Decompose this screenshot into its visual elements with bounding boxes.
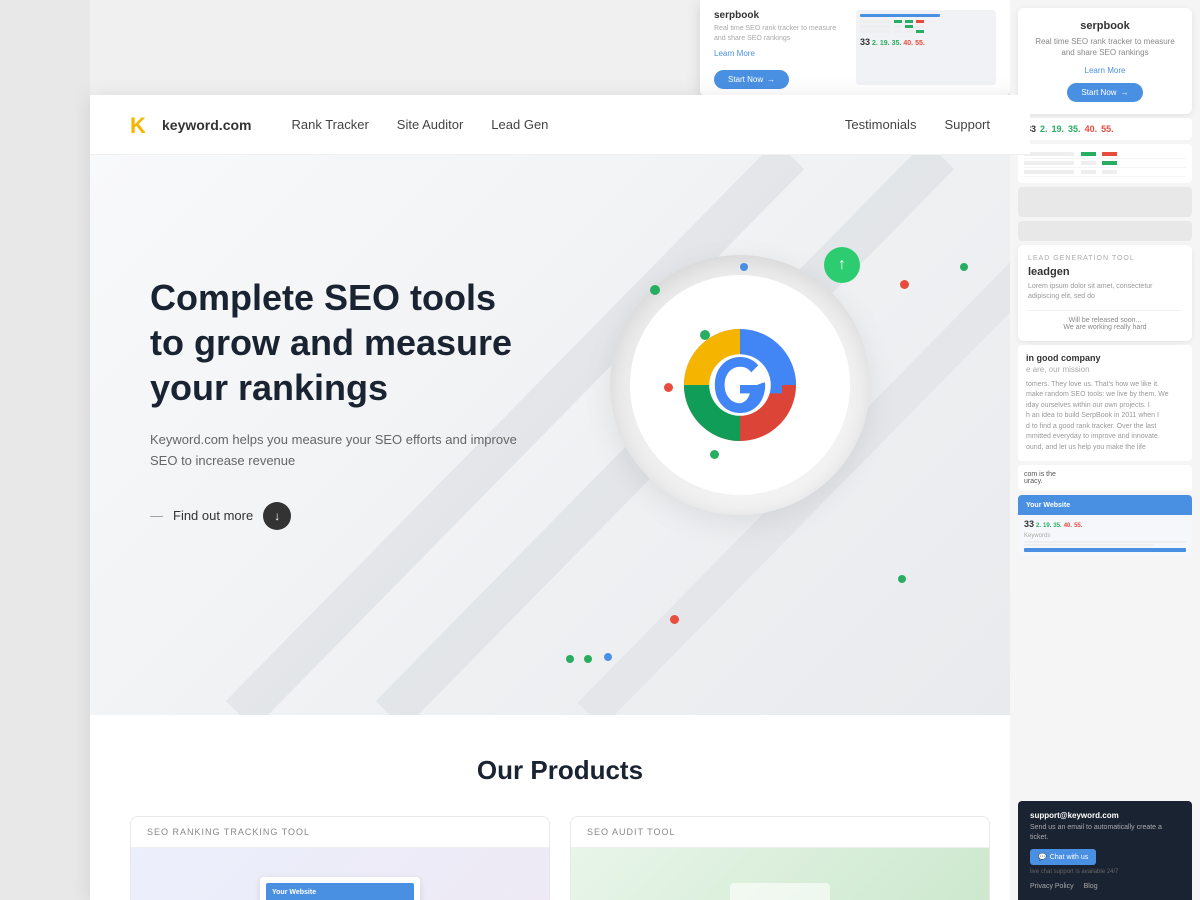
logo-icon: K: [130, 113, 154, 137]
nav-lead-gen[interactable]: Lead Gen: [491, 117, 548, 132]
stat-35: 35.: [1068, 124, 1081, 134]
nav-support[interactable]: Support: [944, 117, 990, 132]
nav-links: Rank Tracker Site Auditor Lead Gen: [291, 117, 844, 132]
serpbook-preview-content: serpbook Real time SEO rank tracker to m…: [714, 10, 842, 89]
good-company-section: in good company e are, our mission tomer…: [1018, 345, 1192, 462]
dot-3: [740, 263, 748, 271]
right-table-area: [1018, 144, 1192, 183]
main-website: K keyword.com Rank Tracker Site Auditor …: [90, 95, 1030, 900]
start-now-button[interactable]: Start Now →: [714, 70, 789, 89]
cta-button[interactable]: ↓: [263, 502, 291, 530]
svg-text:K: K: [130, 113, 146, 137]
cta-text: Find out more: [173, 508, 253, 523]
hero-section: Complete SEO tools to grow and measure y…: [90, 155, 1030, 715]
stat-55: 55.: [1101, 124, 1114, 134]
learn-more-link[interactable]: Learn More: [714, 49, 755, 58]
right-serpbook-title: serpbook: [1030, 20, 1180, 32]
google-circle-graphic: ↑: [610, 255, 870, 515]
right-learn-more[interactable]: Learn More: [1030, 66, 1180, 75]
support-body: Send us an email to automatically create…: [1030, 823, 1180, 843]
arrow-badge: ↑: [824, 247, 860, 283]
right-panel: serpbook Real time SEO rank tracker to m…: [1010, 0, 1200, 900]
dot-4: [900, 280, 909, 289]
chat-button[interactable]: 💬 Chat with us: [1030, 849, 1096, 865]
logo-text: keyword.com: [162, 117, 251, 133]
find-out-more-cta[interactable]: — Find out more ↓: [150, 502, 530, 530]
gray-spacer-1: [1018, 187, 1192, 217]
support-section: support@keyword.com Send us an email to …: [1018, 801, 1192, 900]
right-serpbook-sub: Real time SEO rank tracker to measure an…: [1030, 36, 1180, 58]
siteauditor-img: [571, 848, 989, 900]
dot-5: [960, 263, 968, 271]
serpbook-img: Your Website 33 2. 19. 35. 40. 55. Keywo…: [131, 848, 549, 900]
navbar: K keyword.com Rank Tracker Site Auditor …: [90, 95, 1030, 155]
nav-site-auditor[interactable]: Site Auditor: [397, 117, 464, 132]
stat-19: 19.: [1052, 124, 1065, 134]
leadgen-card: LEAD GENERATION TOOL leadgen Lorem ipsum…: [1018, 245, 1192, 341]
coming-soon-line1: Will be released soon...: [1028, 317, 1182, 324]
leadgen-title: leadgen: [1028, 266, 1182, 278]
serpbook-top-preview: serpbook Real time SEO rank tracker to m…: [700, 0, 1010, 95]
right-product-stats: 33 2. 19. 35. 40. 55.: [1018, 515, 1192, 533]
dot-11: [566, 655, 574, 663]
dot-1: [650, 285, 660, 295]
products-section: Our Products SEO RANKING TRACKING TOOL Y…: [90, 715, 1030, 900]
right-serpbook-product: Your Website 33 2. 19. 35. 40. 55. Keywo…: [1018, 495, 1192, 556]
good-company-body: tomers. They love us. That's how we like…: [1026, 380, 1184, 454]
dot-10: [898, 575, 906, 583]
right-serpbook-card: serpbook Real time SEO rank tracker to m…: [1018, 8, 1192, 114]
mini-preview-table: 33 2. 19. 35. 40. 55.: [856, 10, 996, 51]
products-title: Our Products: [130, 755, 990, 786]
right-product-header: Your Website: [1018, 495, 1192, 515]
product-card-siteauditor: SEO AUDIT TOOL siteauditor: [570, 816, 990, 900]
accuracy-line2: uracy.: [1024, 478, 1186, 485]
hero-content: Complete SEO tools to grow and measure y…: [150, 275, 530, 530]
logo-area[interactable]: K keyword.com: [130, 113, 251, 137]
accuracy-line1: com is the: [1024, 471, 1186, 478]
table-row-1: [1024, 150, 1186, 159]
nav-testimonials[interactable]: Testimonials: [845, 117, 917, 132]
good-company-sub: e are, our mission: [1026, 365, 1184, 374]
good-company-title: in good company: [1026, 353, 1184, 363]
table-row-2: [1024, 159, 1186, 168]
dot-13: [604, 653, 612, 661]
privacy-policy-link[interactable]: Privacy Policy: [1030, 883, 1074, 890]
leadgen-label: LEAD GENERATION TOOL: [1028, 255, 1182, 262]
hero-title: Complete SEO tools to grow and measure y…: [150, 275, 530, 410]
blog-link[interactable]: Blog: [1084, 883, 1098, 890]
leadgen-body: Lorem ipsum dolor sit amet, consectetur …: [1028, 282, 1182, 302]
serpbook-preview-title: serpbook: [714, 10, 842, 21]
google-inner: [630, 275, 850, 495]
nav-rank-tracker[interactable]: Rank Tracker: [291, 117, 368, 132]
dot-14: [670, 615, 679, 624]
stat-2: 2.: [1040, 124, 1048, 134]
siteauditor-label: SEO AUDIT TOOL: [571, 817, 989, 848]
dot-2: [700, 330, 710, 340]
coming-soon-line2: We are working really hard: [1028, 324, 1182, 331]
nav-right: Testimonials Support: [845, 117, 990, 132]
accuracy-section: com is the uracy.: [1018, 465, 1192, 491]
dot-12: [584, 655, 592, 663]
gray-spacer-2: [1018, 221, 1192, 241]
right-start-now[interactable]: Start Now →: [1067, 83, 1142, 102]
coming-soon-area: Will be released soon... We are working …: [1028, 310, 1182, 331]
support-email: support@keyword.com: [1030, 811, 1180, 820]
table-row-3: [1024, 168, 1186, 177]
left-gray-strip: [0, 0, 90, 900]
serpbook-preview-body: Real time SEO rank tracker to measure an…: [714, 24, 842, 44]
right-product-table: Keywords: [1018, 533, 1192, 556]
dot-8: [710, 450, 719, 459]
serpbook-preview-image: 33 2. 19. 35. 40. 55.: [856, 10, 996, 85]
products-grid: SEO RANKING TRACKING TOOL Your Website 3…: [130, 816, 990, 900]
stats-row: 33 2. 19. 35. 40. 55.: [1018, 118, 1192, 140]
serpbook-label: SEO RANKING TRACKING TOOL: [131, 817, 549, 848]
stat-40: 40.: [1085, 124, 1098, 134]
product-card-serpbook: SEO RANKING TRACKING TOOL Your Website 3…: [130, 816, 550, 900]
google-g-icon: [670, 315, 810, 455]
footer-links: Privacy Policy Blog: [1030, 883, 1180, 890]
cta-dash: —: [150, 508, 163, 523]
support-note: live chat support is available 24/7: [1030, 869, 1180, 875]
dot-7: [664, 383, 673, 392]
hero-subtitle: Keyword.com helps you measure your SEO e…: [150, 430, 530, 472]
